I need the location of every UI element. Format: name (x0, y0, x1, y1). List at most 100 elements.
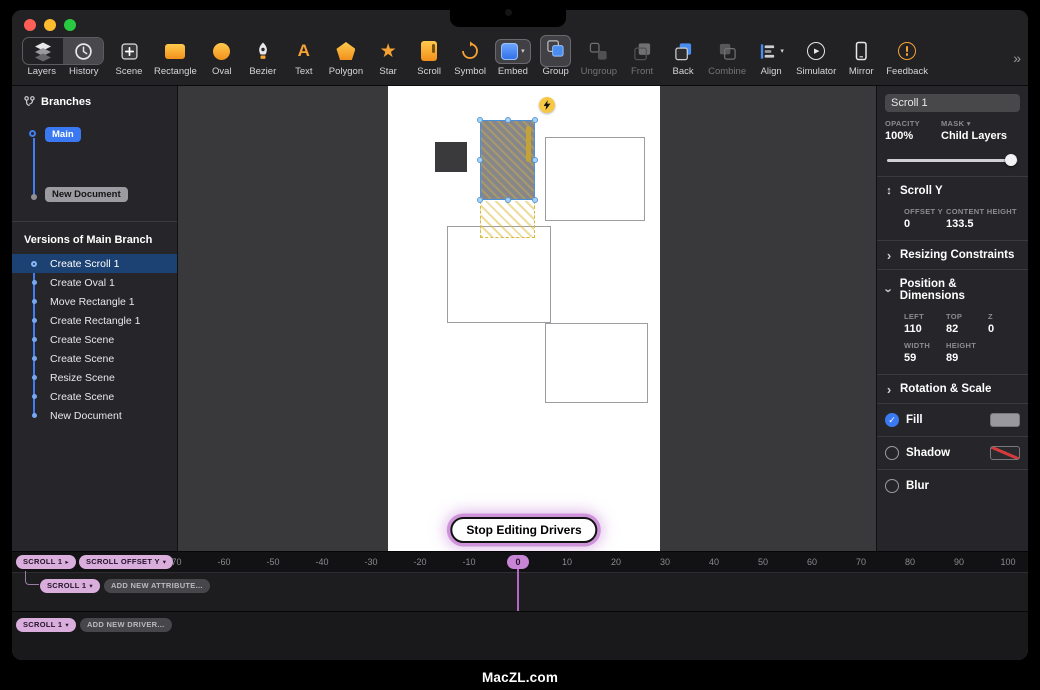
tool-oval[interactable]: Oval (206, 37, 238, 77)
history-clock-icon (74, 37, 93, 65)
fill-color-swatch[interactable] (990, 413, 1020, 427)
canvas-outline-rectangle[interactable] (545, 323, 648, 403)
position-dimensions-header[interactable]: › Position & Dimensions (877, 269, 1028, 310)
blur-checkbox[interactable] (885, 479, 899, 493)
driver-lightning-badge[interactable] (539, 97, 555, 113)
version-item[interactable]: Create Scene (12, 387, 177, 406)
canvas-outline-rectangle[interactable] (447, 226, 551, 323)
tool-simulator[interactable]: ▶ Simulator (796, 37, 836, 77)
content-height-value[interactable]: 133.5 (946, 218, 1017, 230)
selection-handle[interactable] (477, 117, 483, 123)
timeline-panel: -70 -60 -50 -40 -30 -20 -10 0 10 20 30 4… (12, 551, 1028, 611)
selection-handle[interactable] (532, 117, 538, 123)
playhead[interactable] (517, 569, 519, 611)
driver-layer-pill[interactable]: SCROLL 1▾ (16, 618, 76, 632)
tool-text[interactable]: A Text (288, 37, 320, 77)
drivers-panel[interactable]: SCROLL 1▾ ADD NEW DRIVER... (12, 611, 1028, 661)
add-driver-button[interactable]: ADD NEW DRIVER... (80, 618, 172, 632)
version-item[interactable]: New Document (12, 406, 177, 425)
version-item[interactable]: Create Oval 1 (12, 273, 177, 292)
canvas-outline-rectangle[interactable] (545, 137, 645, 221)
artboard[interactable]: Stop Editing Drivers (388, 86, 660, 551)
history-sidebar: Branches Main New Document Versions of M… (12, 86, 178, 551)
height-value[interactable]: 89 (946, 352, 976, 364)
panel-mode-segmented-control (22, 37, 104, 65)
playhead-position-pill[interactable]: 0 (507, 555, 529, 569)
opacity-value[interactable]: 100% (885, 130, 941, 142)
timeline-tracks[interactable]: SCROLL 1▾ ADD NEW ATTRIBUTE... (12, 573, 1028, 611)
tool-embed[interactable]: ▾ Embed (495, 37, 531, 77)
history-tab[interactable] (63, 38, 103, 64)
tool-feedback[interactable]: Feedback (886, 37, 928, 77)
add-attribute-button[interactable]: ADD NEW ATTRIBUTE... (104, 579, 210, 593)
polygon-icon (336, 37, 355, 65)
shadow-checkbox[interactable] (885, 446, 899, 460)
branch-main-pill[interactable]: Main (45, 127, 81, 142)
timeline-attribute-pill[interactable]: SCROLL OFFSET Y▾ (79, 555, 173, 569)
tool-ungroup[interactable]: Ungroup (581, 37, 617, 77)
timeline-layer-pill[interactable]: SCROLL 1▸ (16, 555, 76, 569)
tool-mirror[interactable]: Mirror (845, 37, 877, 77)
layers-tab[interactable] (23, 38, 63, 64)
tool-symbol[interactable]: Symbol (454, 37, 486, 77)
version-dot-marker (26, 413, 42, 418)
canvas[interactable]: Stop Editing Drivers (178, 86, 876, 551)
selection-handle[interactable] (505, 197, 511, 203)
ruler-tick: -30 (356, 557, 386, 567)
tool-label: Combine (708, 66, 746, 77)
opacity-slider[interactable] (887, 154, 1018, 166)
selection-handle[interactable] (532, 157, 538, 163)
tool-front[interactable]: Front (626, 37, 658, 77)
ruler-tick: 10 (552, 557, 582, 567)
selection-handle[interactable] (532, 197, 538, 203)
rotation-scale-header[interactable]: › Rotation & Scale (877, 374, 1028, 403)
tool-scene[interactable]: Scene (113, 37, 145, 77)
tool-back[interactable]: Back (667, 37, 699, 77)
mask-group: MASK ▾ Child Layers (941, 119, 1007, 142)
selection-handle[interactable] (477, 157, 483, 163)
left-value[interactable]: 110 (904, 323, 946, 335)
selection-handle[interactable] (477, 197, 483, 203)
tool-polygon[interactable]: Polygon (329, 37, 363, 77)
stop-editing-drivers-button[interactable]: Stop Editing Drivers (450, 517, 597, 543)
close-button[interactable] (24, 19, 36, 31)
tool-label: Symbol (454, 66, 486, 77)
layer-name-field[interactable]: Scroll 1 (885, 94, 1020, 112)
scroll-y-section-header[interactable]: ↕ Scroll Y (877, 176, 1028, 205)
selection-handle[interactable] (505, 117, 511, 123)
branch-root-pill[interactable]: New Document (45, 187, 128, 202)
tool-combine[interactable]: Combine (708, 37, 746, 77)
minimize-button[interactable] (44, 19, 56, 31)
version-label: Create Scene (50, 391, 114, 403)
segment-labels: Layers History (27, 66, 98, 77)
tool-align[interactable]: ▾ Align (755, 37, 787, 77)
mask-value[interactable]: Child Layers (941, 130, 1007, 142)
tool-group[interactable]: Group (540, 37, 572, 77)
shadow-color-swatch[interactable] (990, 446, 1020, 460)
version-item[interactable]: Create Scene (12, 349, 177, 368)
canvas-dark-rectangle[interactable] (435, 142, 467, 172)
offset-y-value[interactable]: 0 (904, 218, 946, 230)
top-value[interactable]: 82 (946, 323, 988, 335)
width-value[interactable]: 59 (904, 352, 946, 364)
tool-rectangle[interactable]: Rectangle (154, 37, 197, 77)
version-item-selected[interactable]: Create Scroll 1 (12, 254, 177, 273)
z-value[interactable]: 0 (988, 323, 994, 335)
ruler-tick: 20 (601, 557, 631, 567)
version-item[interactable]: Move Rectangle 1 (12, 292, 177, 311)
track-layer-pill[interactable]: SCROLL 1▾ (40, 579, 100, 593)
selected-scroll-layer[interactable] (480, 120, 535, 200)
version-item[interactable]: Create Scene (12, 330, 177, 349)
slider-knob[interactable] (1005, 154, 1017, 166)
toolbar-overflow-chevron[interactable]: » (1013, 50, 1021, 66)
version-item[interactable]: Create Rectangle 1 (12, 311, 177, 330)
tool-bezier[interactable]: Bezier (247, 37, 279, 77)
tool-scroll[interactable]: Scroll (413, 37, 445, 77)
watermark: MacZL.com (0, 670, 1040, 685)
resizing-constraints-header[interactable]: › Resizing Constraints (877, 240, 1028, 269)
fill-checkbox[interactable]: ✓ (885, 413, 899, 427)
version-item[interactable]: Resize Scene (12, 368, 177, 387)
left-label: LEFT (904, 312, 946, 321)
tool-star[interactable]: ★ Star (372, 37, 404, 77)
zoom-button[interactable] (64, 19, 76, 31)
